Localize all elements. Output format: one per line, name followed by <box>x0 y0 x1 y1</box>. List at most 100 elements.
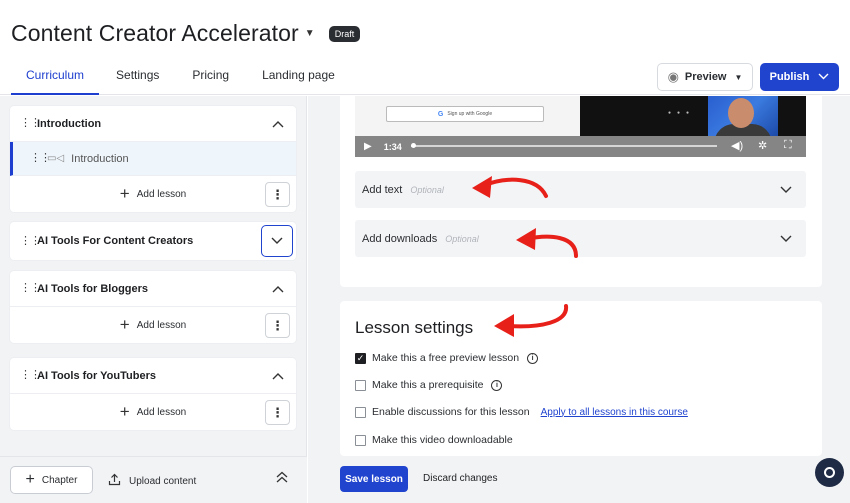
apply-all-link[interactable]: Apply to all lessons in this course <box>541 407 688 418</box>
chapter-header[interactable]: ⋮⋮ Introduction <box>10 106 296 142</box>
lesson-editor: G Sign up with Google ●●● ▶ 1:34 ◀) ✲ ⛶ <box>308 96 850 503</box>
caret-down-icon[interactable]: ▼ <box>305 28 315 39</box>
lesson-settings-panel: Lesson settings ✓ Make this a free previ… <box>340 301 822 456</box>
signup-text: Sign up with Google <box>447 111 493 117</box>
prerequisite-option[interactable]: Make this a prerequisite i <box>355 379 503 391</box>
downloadable-option[interactable]: Make this video downloadable <box>355 434 513 446</box>
video-player[interactable]: G Sign up with Google ●●● ▶ 1:34 ◀) ✲ ⛶ <box>355 96 806 157</box>
add-lesson-row: + Add lesson ⋮ <box>10 307 296 343</box>
course-title-row[interactable]: Content Creator Accelerator ▼ Draft <box>11 20 361 47</box>
tab-pricing[interactable]: Pricing <box>192 68 229 95</box>
checkbox[interactable] <box>355 406 366 418</box>
info-icon[interactable]: i <box>527 352 539 364</box>
info-icon[interactable]: i <box>491 379 503 391</box>
publish-button[interactable]: Publish <box>760 63 839 91</box>
video-controls: ▶ 1:34 ◀) ✲ ⛶ <box>355 136 806 157</box>
add-lesson-button[interactable]: + Add lesson <box>120 315 186 335</box>
seek-bar[interactable] <box>411 145 717 147</box>
status-badge: Draft <box>328 25 361 42</box>
drag-handle-icon[interactable]: ⋮⋮ <box>20 370 41 381</box>
plus-icon: + <box>119 184 130 203</box>
play-icon[interactable]: ▶ <box>364 141 372 152</box>
presenter-thumbnail <box>708 96 778 144</box>
drag-handle-icon[interactable]: ⋮⋮ <box>20 283 41 294</box>
add-lesson-button[interactable]: + Add lesson <box>120 402 186 422</box>
more-options-icon[interactable]: ⋮ <box>265 182 290 207</box>
settings-gear-icon[interactable]: ✲ <box>758 139 767 152</box>
chapter-header[interactable]: ⋮⋮ AI Tools for Bloggers <box>10 271 296 307</box>
save-lesson-button[interactable]: Save lesson <box>340 466 408 492</box>
tab-curriculum[interactable]: Curriculum <box>11 68 100 95</box>
add-chapter-button[interactable]: + Chapter <box>10 466 93 494</box>
top-bar: Content Creator Accelerator ▼ Draft Curr… <box>0 0 850 95</box>
upload-content-button[interactable]: Upload content <box>108 473 196 489</box>
chevron-up-icon[interactable] <box>272 369 284 383</box>
checkbox-checked[interactable]: ✓ <box>355 352 366 364</box>
accordion-label: Add text <box>362 183 403 196</box>
lesson-settings-title: Lesson settings <box>355 318 474 337</box>
chapter-title: AI Tools for Bloggers <box>37 282 149 295</box>
eye-icon: ◉ <box>667 69 679 84</box>
plus-icon: + <box>119 315 130 334</box>
google-icon: G <box>437 110 444 118</box>
publish-label: Publish <box>769 71 810 83</box>
more-options-icon[interactable]: ⋮ <box>265 400 290 425</box>
tab-landing-page[interactable]: Landing page <box>262 68 335 95</box>
chat-support-icon[interactable] <box>815 458 844 487</box>
chevron-up-icon[interactable] <box>272 117 284 131</box>
lesson-item[interactable]: ⋮⋮ ▭◁ Introduction <box>10 142 296 176</box>
add-lesson-button[interactable]: + Add lesson <box>120 184 186 204</box>
chapter-header[interactable]: ⋮⋮ AI Tools For Content Creators <box>10 222 296 260</box>
accordion-hint: Optional <box>445 233 479 244</box>
add-lesson-label: Add lesson <box>136 319 187 331</box>
plus-icon: + <box>25 471 35 488</box>
volume-icon[interactable]: ◀) <box>731 139 743 152</box>
checkbox[interactable] <box>355 379 366 391</box>
add-lesson-row: + Add lesson ⋮ <box>10 394 296 430</box>
chevron-down-icon[interactable] <box>261 225 293 257</box>
lesson-title: Introduction <box>71 152 129 165</box>
chapter-card: ⋮⋮ AI Tools For Content Creators <box>10 222 296 260</box>
google-signup-button: G Sign up with Google <box>386 106 544 122</box>
chevron-down-icon[interactable] <box>780 183 792 197</box>
course-title[interactable]: Content Creator Accelerator <box>11 20 299 47</box>
discussions-option[interactable]: Enable discussions for this lesson Apply… <box>355 406 688 418</box>
video-camera-icon: ▭◁ <box>47 153 65 164</box>
tab-settings[interactable]: Settings <box>116 68 159 95</box>
add-downloads-accordion[interactable]: Add downloads Optional <box>355 220 806 257</box>
sidebar-footer: + Chapter Upload content <box>0 456 307 503</box>
free-preview-option[interactable]: ✓ Make this a free preview lesson i <box>355 352 539 364</box>
video-frame-right: ●●● <box>580 96 806 144</box>
collapse-all-icon[interactable] <box>275 470 289 484</box>
video-frame-left: G Sign up with Google <box>355 96 580 136</box>
more-options-icon[interactable]: ⋮ <box>265 313 290 338</box>
checkbox[interactable] <box>355 434 366 446</box>
chevron-down-icon[interactable] <box>780 232 792 246</box>
option-label: Make this video downloadable <box>372 434 513 446</box>
chapter-card: ⋮⋮ AI Tools for Bloggers + Add lesson ⋮ <box>10 271 296 343</box>
drag-handle-icon[interactable]: ⋮⋮ <box>30 153 51 164</box>
tab-bar: Curriculum Settings Pricing Landing page <box>11 68 368 95</box>
add-lesson-label: Add lesson <box>136 406 187 418</box>
curriculum-sidebar: ⋮⋮ Introduction ⋮⋮ ▭◁ Introduction + Add… <box>0 96 307 503</box>
chevron-down-icon <box>818 72 829 83</box>
chapter-title: Introduction <box>37 117 102 130</box>
drag-handle-icon[interactable]: ⋮⋮ <box>20 235 41 246</box>
add-chapter-label: Chapter <box>41 474 78 486</box>
preview-button[interactable]: ◉ Preview ▼ <box>657 63 753 91</box>
accordion-hint: Optional <box>410 184 444 195</box>
drag-handle-icon[interactable]: ⋮⋮ <box>20 118 41 129</box>
add-text-accordion[interactable]: Add text Optional <box>355 171 806 208</box>
seek-handle[interactable] <box>411 143 416 148</box>
chapter-header[interactable]: ⋮⋮ AI Tools for YouTubers <box>10 358 296 394</box>
discard-changes-button[interactable]: Discard changes <box>423 473 497 484</box>
upload-icon <box>108 473 121 489</box>
accordion-label: Add downloads <box>362 232 438 245</box>
chevron-up-icon[interactable] <box>272 282 284 296</box>
option-label: Make this a prerequisite <box>372 379 484 391</box>
carousel-dots: ●●● <box>668 110 696 116</box>
chapter-card: ⋮⋮ Introduction ⋮⋮ ▭◁ Introduction + Add… <box>10 106 296 212</box>
fullscreen-icon[interactable]: ⛶ <box>784 139 792 152</box>
add-lesson-row: + Add lesson ⋮ <box>10 176 296 212</box>
lesson-content-panel: G Sign up with Google ●●● ▶ 1:34 ◀) ✲ ⛶ <box>340 96 822 287</box>
